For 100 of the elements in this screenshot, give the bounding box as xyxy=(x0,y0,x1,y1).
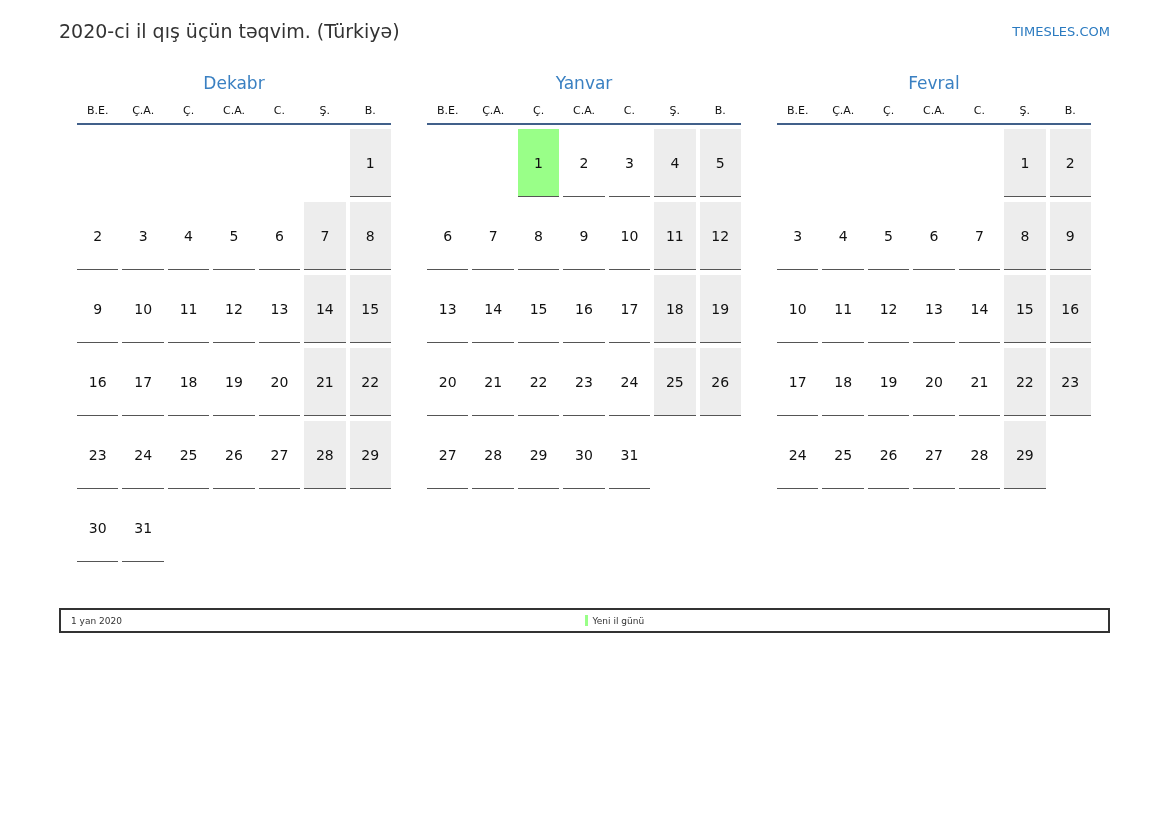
day-cell: 14 xyxy=(958,275,1001,343)
site-link[interactable]: TIMESLES.COM xyxy=(1012,23,1110,39)
day-cell: 28 xyxy=(304,421,346,489)
day-cell: 7 xyxy=(304,202,346,270)
day-cell: 24 xyxy=(777,421,819,489)
day-cell: 17 xyxy=(122,348,164,416)
day-cell: 8 xyxy=(1004,202,1046,270)
day-cell: 31 xyxy=(608,421,651,489)
day-cell: 26 xyxy=(867,421,910,489)
day-cell: 17 xyxy=(777,348,819,416)
weekday-label: C.A. xyxy=(572,104,596,117)
day-cell: 3 xyxy=(777,202,819,270)
day-cell: 20 xyxy=(258,348,301,416)
day-cell: 27 xyxy=(427,421,469,489)
holiday-name: Yeni il günü xyxy=(592,615,645,626)
day-cell: 25 xyxy=(167,421,210,489)
day-cell: 19 xyxy=(699,275,741,343)
day-cell: 27 xyxy=(258,421,301,489)
day-cell: 13 xyxy=(913,275,955,343)
day-cell: 2 xyxy=(1049,129,1091,197)
day-cell: 19 xyxy=(213,348,255,416)
day-cell: 5 xyxy=(867,202,910,270)
weekday-label: Ş. xyxy=(668,104,682,117)
day-cell: 15 xyxy=(1004,275,1046,343)
day-cell: 21 xyxy=(304,348,346,416)
day-cell: 23 xyxy=(77,421,119,489)
day-cell: 12 xyxy=(213,275,255,343)
weekday-label: B.E. xyxy=(85,104,110,117)
day-cell: 29 xyxy=(349,421,391,489)
day-cell: 7 xyxy=(958,202,1001,270)
month-title: Dekabr xyxy=(202,73,266,95)
day-cell: 22 xyxy=(349,348,391,416)
day-cell: 16 xyxy=(563,275,605,343)
day-cell: 25 xyxy=(822,421,864,489)
day-cell: 25 xyxy=(654,348,696,416)
weekday-label: C.A. xyxy=(222,104,246,117)
day-cell: 16 xyxy=(77,348,119,416)
day-cell: 9 xyxy=(563,202,605,270)
day-cell: 11 xyxy=(167,275,210,343)
day-cell: 11 xyxy=(822,275,864,343)
weekday-label: Ç. xyxy=(181,104,196,117)
weekday-label: Ş. xyxy=(318,104,332,117)
day-cell: 22 xyxy=(1004,348,1046,416)
day-cell: 5 xyxy=(699,129,741,197)
day-cell: 11 xyxy=(654,202,696,270)
day-cell: 26 xyxy=(699,348,741,416)
day-cell: 21 xyxy=(472,348,514,416)
day-cell: 22 xyxy=(517,348,560,416)
day-cell: 16 xyxy=(1049,275,1091,343)
day-cell: 6 xyxy=(258,202,301,270)
day-cell: 19 xyxy=(867,348,910,416)
weekday-label: Ç.A. xyxy=(831,104,856,117)
day-cell: 12 xyxy=(699,202,741,270)
weekday-label: C. xyxy=(622,104,636,117)
day-cell: 18 xyxy=(822,348,864,416)
day-cell: 9 xyxy=(77,275,119,343)
day-cell: 20 xyxy=(427,348,469,416)
day-cell: 20 xyxy=(913,348,955,416)
weekday-label: Ç. xyxy=(881,104,896,117)
day-cell: 10 xyxy=(122,275,164,343)
day-cell: 1 xyxy=(517,129,560,197)
day-cell: 15 xyxy=(349,275,391,343)
day-cell: 23 xyxy=(1049,348,1091,416)
day-cell: 4 xyxy=(167,202,210,270)
day-cell: 8 xyxy=(349,202,391,270)
weekday-label: B.E. xyxy=(785,104,810,117)
day-cell: 24 xyxy=(608,348,651,416)
day-cell: 18 xyxy=(654,275,696,343)
day-cell: 23 xyxy=(563,348,605,416)
weekday-label: B.E. xyxy=(435,104,460,117)
day-cell: 10 xyxy=(777,275,819,343)
day-cell: 3 xyxy=(122,202,164,270)
weekday-label: C.A. xyxy=(922,104,946,117)
day-cell: 5 xyxy=(213,202,255,270)
day-cell: 3 xyxy=(608,129,651,197)
day-cell: 27 xyxy=(913,421,955,489)
day-cell: 4 xyxy=(654,129,696,197)
day-cell: 28 xyxy=(958,421,1001,489)
weekday-label: Ç.A. xyxy=(481,104,506,117)
day-cell: 14 xyxy=(304,275,346,343)
day-cell: 10 xyxy=(608,202,651,270)
day-cell: 6 xyxy=(913,202,955,270)
day-cell: 17 xyxy=(608,275,651,343)
day-cell: 28 xyxy=(472,421,514,489)
day-cell: 2 xyxy=(77,202,119,270)
weekday-label: Ç. xyxy=(531,104,546,117)
weekday-label: C. xyxy=(972,104,986,117)
weekday-label: B. xyxy=(713,104,727,117)
day-cell: 6 xyxy=(427,202,469,270)
month-title: Fevral xyxy=(907,73,961,95)
day-cell: 8 xyxy=(517,202,560,270)
day-cell: 26 xyxy=(213,421,255,489)
weekday-label: B. xyxy=(363,104,377,117)
month-title: Yanvar xyxy=(554,73,614,95)
weekday-label: C. xyxy=(272,104,286,117)
holiday-date: 1 yan 2020 xyxy=(71,615,123,626)
day-cell: 13 xyxy=(427,275,469,343)
day-cell: 4 xyxy=(822,202,864,270)
day-cell: 7 xyxy=(472,202,514,270)
page-title: 2020-ci il qış üçün təqvim. (Türkiyə) xyxy=(59,20,400,42)
